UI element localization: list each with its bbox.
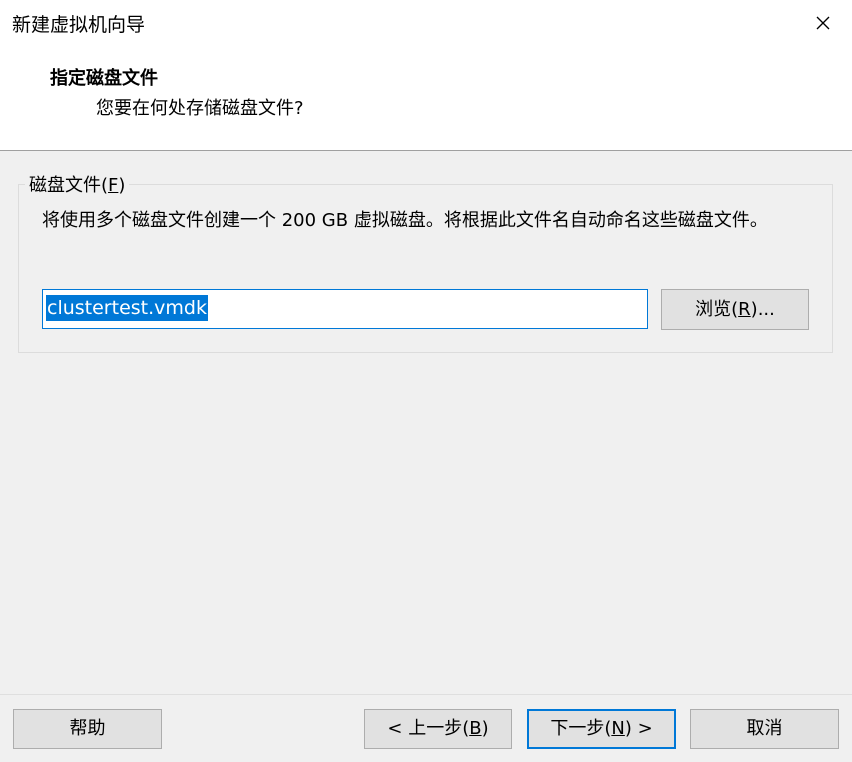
window-title: 新建虚拟机向导 xyxy=(12,14,146,36)
disk-file-description: 将使用多个磁盘文件创建一个 200 GB 虚拟磁盘。将根据此文件名自动命名这些磁… xyxy=(42,210,768,231)
help-button[interactable]: 帮助 xyxy=(13,709,162,749)
wizard-header: 新建虚拟机向导 指定磁盘文件 您要在何处存储磁盘文件? xyxy=(0,0,852,151)
disk-file-input[interactable]: clustertest.vmdk xyxy=(42,289,648,329)
disk-file-group-label: 磁盘文件(F) xyxy=(25,171,130,197)
close-icon xyxy=(816,16,830,30)
browse-button[interactable]: 浏览(R)... xyxy=(661,289,809,330)
next-button[interactable]: 下一步(N) > xyxy=(527,709,676,749)
footer-divider xyxy=(0,694,852,695)
disk-file-input-value: clustertest.vmdk xyxy=(46,295,208,321)
back-button[interactable]: < 上一步(B) xyxy=(364,709,512,749)
close-button[interactable] xyxy=(806,6,840,40)
wizard-window: 新建虚拟机向导 指定磁盘文件 您要在何处存储磁盘文件? 磁盘文件(F) 将使用多… xyxy=(0,0,852,762)
page-subtitle: 您要在何处存储磁盘文件? xyxy=(96,98,304,119)
cancel-button[interactable]: 取消 xyxy=(690,709,839,749)
page-title: 指定磁盘文件 xyxy=(50,68,158,89)
